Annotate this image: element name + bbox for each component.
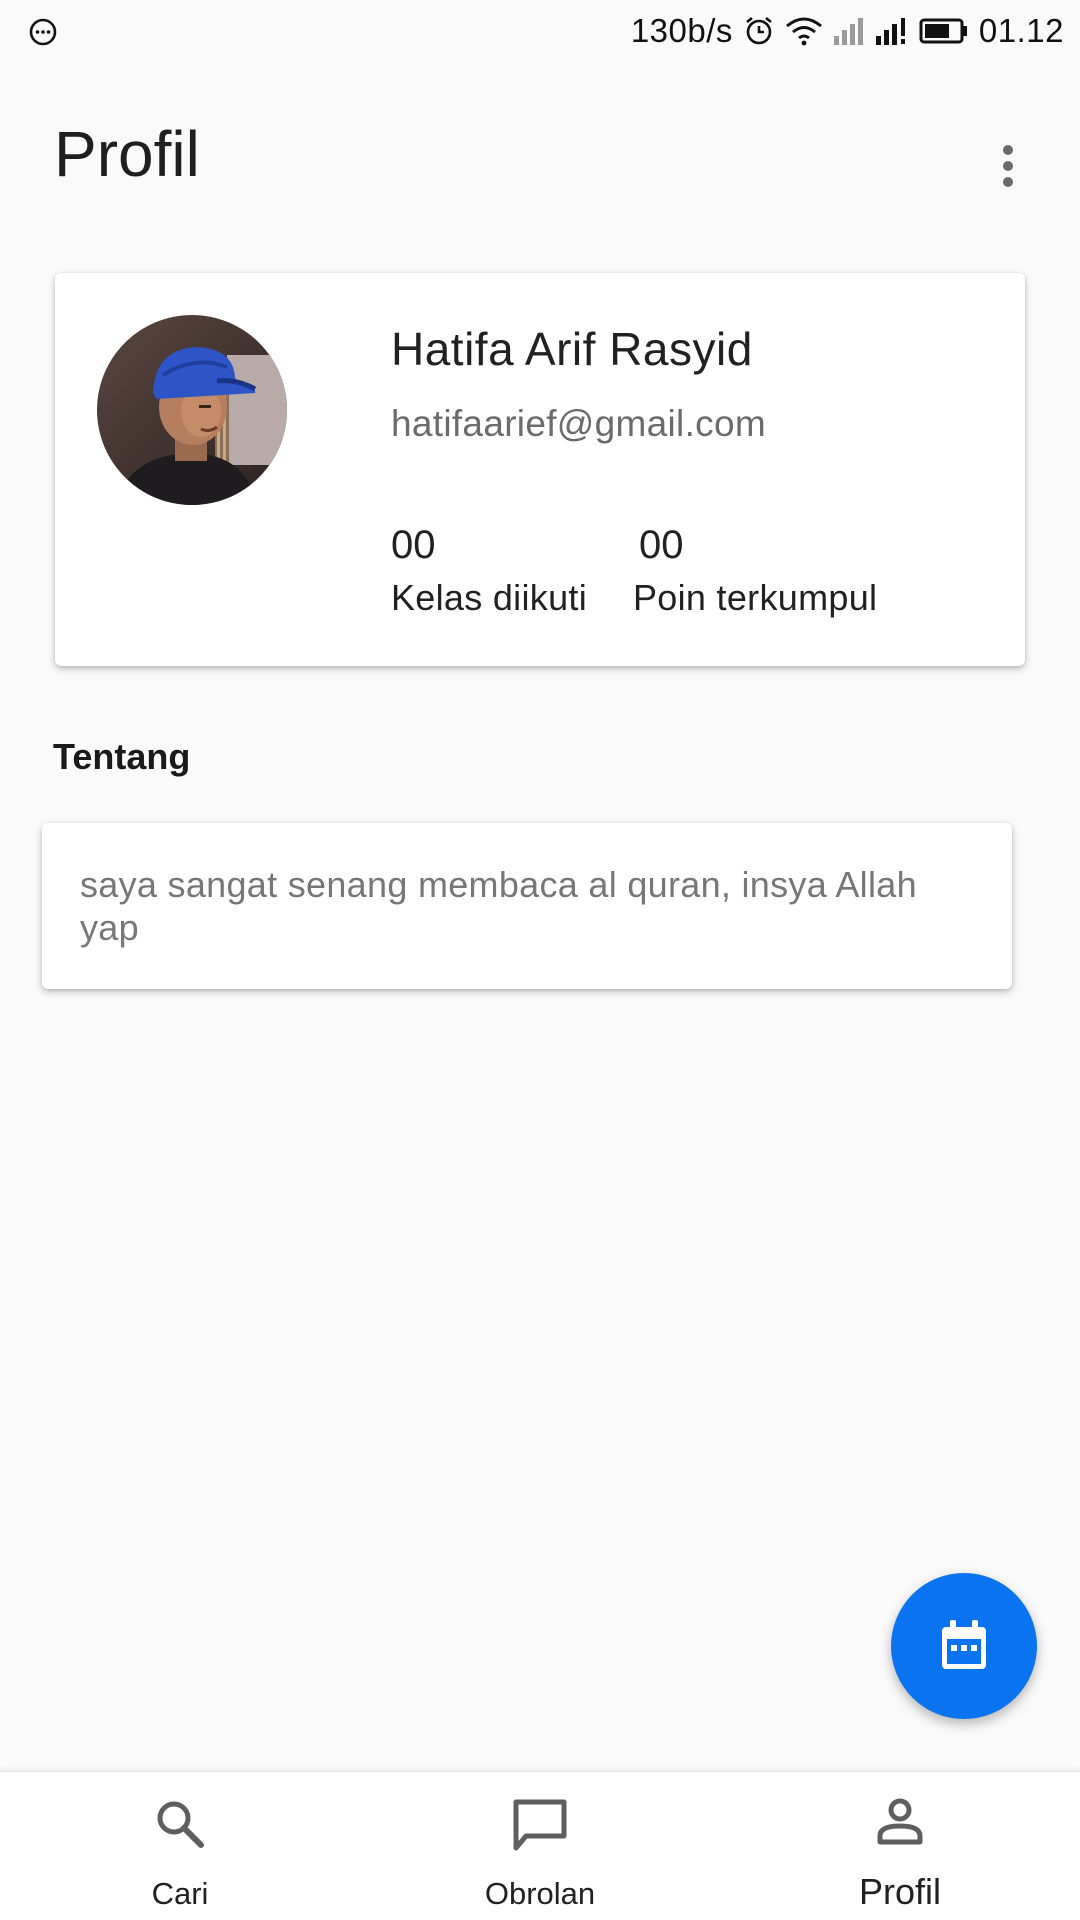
overflow-menu-button[interactable]: [972, 124, 1044, 208]
avatar-photo: [97, 315, 287, 505]
screen: 130b/s 01.12 Profil Hatifa Arif Rasyid h…: [0, 0, 1080, 1920]
status-bar: 130b/s 01.12: [0, 0, 1080, 62]
nav-label-profil: Profil: [858, 1871, 942, 1912]
profile-card: Hatifa Arif Rasyid hatifaarief@gmail.com…: [55, 273, 1025, 666]
person-icon: [877, 1798, 923, 1845]
calendar-icon: [942, 1620, 986, 1669]
profile-email: hatifaarief@gmail.com: [391, 403, 766, 444]
nav-label-cari: Cari: [151, 1876, 209, 1911]
bottom-navigation: Cari Obrolan Profil: [0, 1771, 1080, 1920]
profile-name: Hatifa Arif Rasyid: [391, 323, 753, 375]
avatar[interactable]: [97, 315, 287, 505]
battery-icon: [919, 18, 967, 44]
signal-icon-1: [833, 18, 863, 45]
about-text: saya sangat senang membaca al quran, ins…: [80, 864, 917, 948]
nav-item-profil[interactable]: Profil: [720, 1772, 1080, 1920]
page-title: Profil: [54, 118, 200, 190]
nav-item-obrolan[interactable]: Obrolan: [360, 1772, 720, 1920]
points-collected-count: 00: [639, 523, 684, 567]
points-collected-label: Poin terkumpul: [633, 577, 878, 618]
search-icon: [157, 1801, 204, 1848]
status-bar-right: 130b/s 01.12: [631, 8, 1064, 54]
schedule-fab[interactable]: [891, 1573, 1037, 1719]
nav-label-obrolan: Obrolan: [484, 1876, 596, 1911]
chat-icon: [513, 1799, 567, 1851]
alarm-icon: [746, 16, 772, 45]
about-card: saya sangat senang membaca al quran, ins…: [42, 823, 1012, 989]
nav-item-cari[interactable]: Cari: [0, 1772, 360, 1920]
wifi-icon: [785, 17, 822, 46]
about-section-title: Tentang: [53, 736, 191, 777]
more-vert-icon: [1003, 145, 1013, 187]
classes-followed-count: 00: [391, 523, 436, 567]
signal-icon-2: [875, 18, 905, 45]
classes-followed-label: Kelas diikuti: [391, 577, 587, 618]
network-speed: 130b/s: [630, 12, 733, 49]
status-time: 01.12: [978, 12, 1064, 49]
app-bar: Profil: [0, 62, 1080, 252]
chat-bubble-dots-icon: [29, 18, 57, 46]
